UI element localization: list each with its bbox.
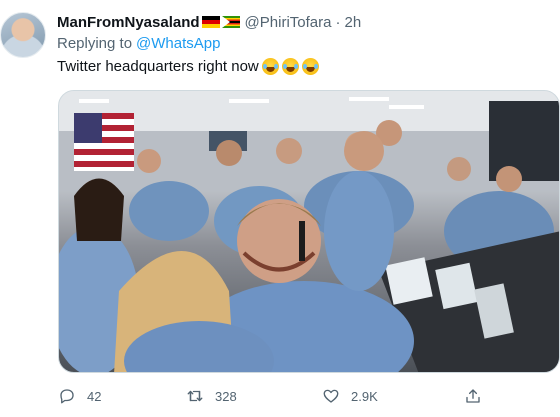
flag-germany-icon <box>201 16 220 28</box>
replying-to-line: Replying to @WhatsApp <box>57 35 220 52</box>
emoji-group <box>261 58 319 75</box>
tweet-actions: 42 328 2.9K <box>58 385 560 407</box>
flag-zimbabwe-icon <box>221 16 240 28</box>
tweet-media-image[interactable] <box>58 90 560 373</box>
tweet-timestamp[interactable]: 2h <box>344 14 361 31</box>
share-button[interactable] <box>464 385 482 407</box>
like-count: 2.9K <box>351 388 378 404</box>
display-name[interactable]: ManFromNyasaland <box>57 14 200 31</box>
heart-icon <box>323 389 339 403</box>
retweet-count: 328 <box>215 388 237 404</box>
share-icon <box>466 389 480 403</box>
replying-to-label: Replying to <box>57 35 133 52</box>
reply-count: 42 <box>87 388 102 404</box>
face-with-tears-of-joy-icon <box>261 58 279 75</box>
user-handle[interactable]: @PhiriTofara <box>245 14 332 31</box>
replying-to-link[interactable]: @WhatsApp <box>136 35 220 52</box>
tweet-body: Twitter headquarters right now <box>57 58 259 75</box>
face-with-tears-of-joy-icon <box>281 58 299 75</box>
like-button[interactable]: 2.9K <box>322 385 378 407</box>
tweet-header: ManFromNyasaland @PhiriTofara · 2h <box>57 12 361 32</box>
tweet-text: Twitter headquarters right now <box>57 58 319 75</box>
reply-icon <box>60 389 74 404</box>
retweet-icon <box>187 390 203 402</box>
avatar[interactable] <box>0 12 46 58</box>
reply-button[interactable]: 42 <box>58 385 101 407</box>
us-flag-icon <box>74 113 134 171</box>
separator-dot: · <box>335 13 341 31</box>
media-photo <box>59 91 559 372</box>
face-with-tears-of-joy-icon <box>301 58 319 75</box>
retweet-button[interactable]: 328 <box>186 385 237 407</box>
